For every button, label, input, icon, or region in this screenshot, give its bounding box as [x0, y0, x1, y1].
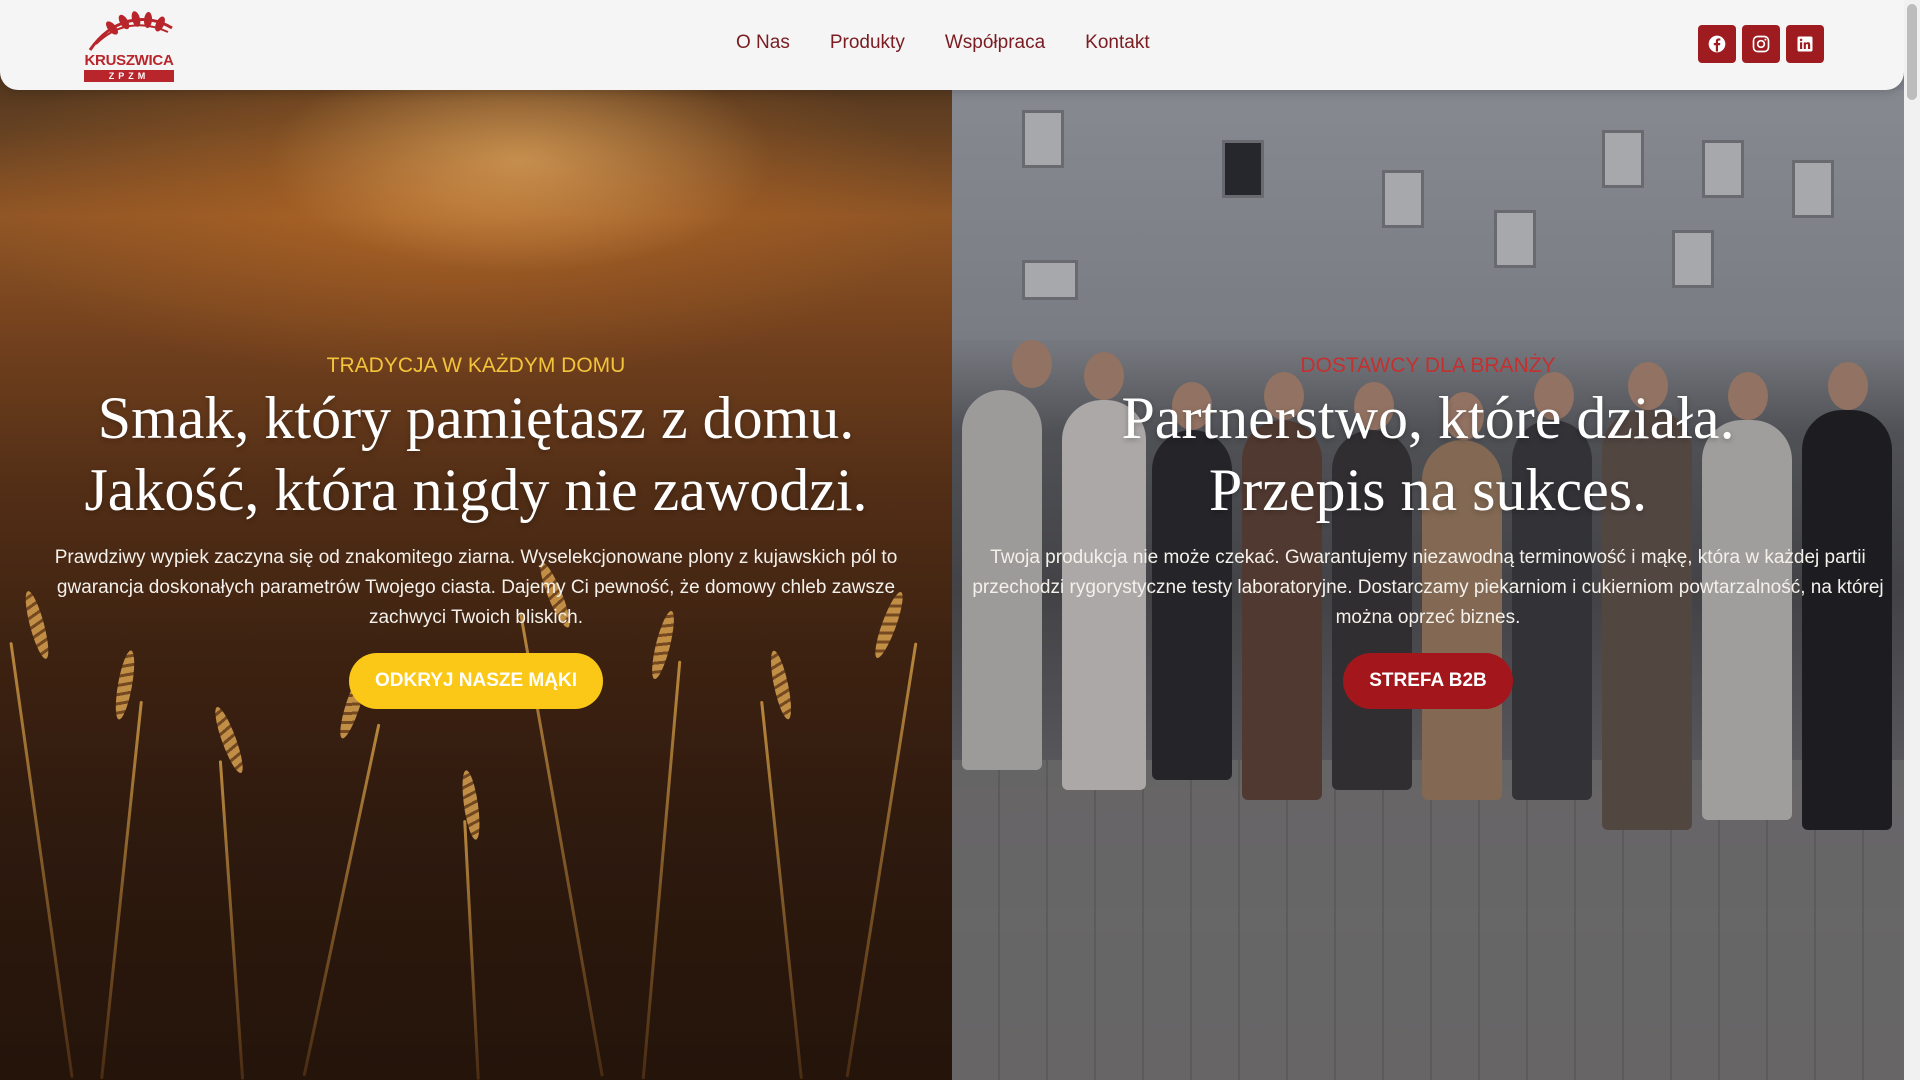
- hero-right-eyebrow: DOSTAWCY DLA BRANŻY: [1300, 354, 1556, 377]
- hero-left-headline-line2: Jakość, która nigdy nie zawodzi.: [84, 457, 868, 523]
- hero-left-content: TRADYCJA W KAŻDYM DOMU Smak, który pamię…: [0, 354, 952, 709]
- linkedin-button[interactable]: [1786, 25, 1824, 63]
- main-nav: O Nas Produkty Współpraca Kontakt: [736, 32, 1150, 54]
- instagram-icon: [1752, 35, 1770, 53]
- page-scrollbar[interactable]: [1904, 0, 1920, 1080]
- hero-panel-home: TRADYCJA W KAŻDYM DOMU Smak, który pamię…: [0, 0, 952, 1080]
- facebook-button[interactable]: [1698, 25, 1736, 63]
- logo-wordmark: KRUSZWICA: [84, 52, 174, 69]
- hero-right-headline-line1: Partnerstwo, które działa.: [1121, 385, 1735, 451]
- nav-item-products[interactable]: Produkty: [830, 32, 905, 54]
- wheat-logo-icon: [88, 11, 173, 51]
- hero-right-headline-line2: Przepis na sukces.: [1208, 457, 1648, 523]
- nav-item-contact[interactable]: Kontakt: [1085, 32, 1149, 54]
- scrollbar-thumb[interactable]: [1907, 4, 1917, 100]
- b2b-zone-button[interactable]: STREFA B2B: [1343, 653, 1513, 709]
- nav-item-about[interactable]: O Nas: [736, 32, 790, 54]
- linkedin-icon: [1797, 36, 1813, 52]
- hero-right-content: DOSTAWCY DLA BRANŻY Partnerstwo, które d…: [952, 354, 1904, 709]
- instagram-button[interactable]: [1742, 25, 1780, 63]
- brand-logo[interactable]: KRUSZWICA ZPZM: [82, 10, 176, 82]
- site-header: KRUSZWICA ZPZM O Nas Produkty Współpraca…: [0, 0, 1904, 90]
- hero-left-body: Prawdziwy wypiek zaczyna się od znakomit…: [54, 547, 898, 628]
- hero-panel-business: DOSTAWCY DLA BRANŻY Partnerstwo, które d…: [952, 0, 1904, 1080]
- social-links: [1698, 25, 1824, 63]
- logo-subtitle: ZPZM: [84, 70, 174, 82]
- hero-left-headline-line1: Smak, który pamiętasz z domu.: [97, 385, 855, 451]
- hero-right-body: Twoja produkcja nie może czekać. Gwarant…: [972, 547, 1884, 628]
- discover-flours-button[interactable]: ODKRYJ NASZE MĄKI: [349, 653, 603, 709]
- hero-left-eyebrow: TRADYCJA W KAŻDYM DOMU: [326, 354, 626, 377]
- hero-left-headline: Smak, który pamiętasz z domu. Jakość, kt…: [0, 382, 952, 526]
- hero-right-headline: Partnerstwo, które działa. Przepis na su…: [952, 382, 1904, 526]
- facebook-icon: [1708, 35, 1726, 53]
- nav-item-cooperation[interactable]: Współpraca: [945, 32, 1045, 54]
